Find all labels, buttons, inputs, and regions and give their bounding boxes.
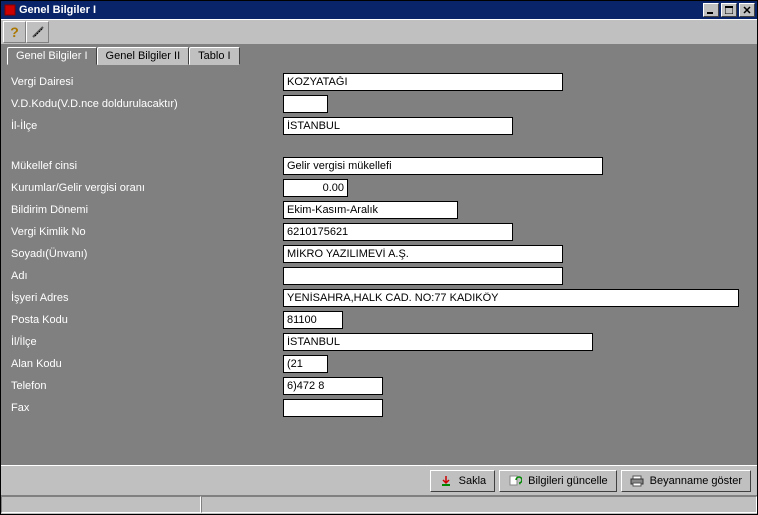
input-isyeri-adres[interactable]	[283, 289, 739, 307]
label-fax: Fax	[11, 402, 283, 414]
tab-genel-bilgiler-2[interactable]: Genel Bilgiler II	[97, 47, 190, 65]
label-vergi-dairesi: Vergi Dairesi	[11, 76, 283, 88]
label-posta-kodu: Posta Kodu	[11, 314, 283, 326]
refresh-button-label: Bilgileri güncelle	[528, 475, 608, 487]
label-il-ilce2: İl/İlçe	[11, 336, 283, 348]
input-il-ilce2[interactable]	[283, 333, 593, 351]
input-mukellef-cinsi[interactable]	[283, 157, 603, 175]
app-icon	[3, 3, 17, 17]
input-alan-kodu[interactable]	[283, 355, 328, 373]
label-kurumlar-oran: Kurumlar/Gelir vergisi oranı	[11, 182, 283, 194]
input-telefon[interactable]	[283, 377, 383, 395]
tabbar: Genel Bilgiler I Genel Bilgiler II Tablo…	[1, 45, 757, 65]
help-button[interactable]: ?	[3, 21, 26, 43]
label-vergi-kimlik: Vergi Kimlik No	[11, 226, 283, 238]
refresh-icon	[508, 474, 522, 488]
status-pane-1	[1, 496, 201, 513]
input-vergi-kimlik[interactable]	[283, 223, 513, 241]
label-mukellef-cinsi: Mükellef cinsi	[11, 160, 283, 172]
printer-icon	[630, 474, 644, 488]
input-bildirim-donemi[interactable]	[283, 201, 458, 219]
input-adi[interactable]	[283, 267, 563, 285]
input-fax[interactable]	[283, 399, 383, 417]
minimize-button[interactable]	[703, 3, 719, 17]
label-adi: Adı	[11, 270, 283, 282]
help-icon: ?	[10, 24, 19, 40]
tab-genel-bilgiler-1[interactable]: Genel Bilgiler I	[7, 47, 97, 65]
save-button[interactable]: Sakla	[430, 470, 496, 492]
refresh-button[interactable]: Bilgileri güncelle	[499, 470, 617, 492]
window-title: Genel Bilgiler I	[17, 4, 701, 16]
footer: Sakla Bilgileri güncelle Beyanname göste…	[1, 465, 757, 495]
close-button[interactable]	[739, 3, 755, 17]
ruler-icon	[31, 25, 45, 39]
maximize-button[interactable]	[721, 3, 737, 17]
save-icon	[439, 474, 453, 488]
print-button[interactable]: Beyanname göster	[621, 470, 751, 492]
label-vd-kodu: V.D.Kodu(V.D.nce doldurulacaktır)	[11, 98, 283, 110]
tab-tablo-1[interactable]: Tablo I	[189, 47, 239, 65]
label-isyeri-adres: İşyeri Adres	[11, 292, 283, 304]
toolbar: ?	[1, 19, 757, 45]
input-il-ilce[interactable]	[283, 117, 513, 135]
save-button-label: Sakla	[459, 475, 487, 487]
tool-button[interactable]	[26, 21, 49, 43]
label-soyadi-unvani: Soyadı(Ünvanı)	[11, 248, 283, 260]
statusbar	[1, 495, 757, 514]
input-posta-kodu[interactable]	[283, 311, 343, 329]
input-vergi-dairesi[interactable]	[283, 73, 563, 91]
input-kurumlar-oran[interactable]	[283, 179, 348, 197]
label-telefon: Telefon	[11, 380, 283, 392]
label-il-ilce: İl-İlçe	[11, 120, 283, 132]
form-area: Vergi Dairesi V.D.Kodu(V.D.nce doldurula…	[1, 65, 757, 465]
input-vd-kodu[interactable]	[283, 95, 328, 113]
print-button-label: Beyanname göster	[650, 475, 742, 487]
titlebar: Genel Bilgiler I	[1, 1, 757, 19]
window: Genel Bilgiler I ? Genel Bilgiler I Gene…	[0, 0, 758, 515]
input-soyadi-unvani[interactable]	[283, 245, 563, 263]
label-alan-kodu: Alan Kodu	[11, 358, 283, 370]
status-pane-2	[201, 496, 757, 513]
label-bildirim-donemi: Bildirim Dönemi	[11, 204, 283, 216]
